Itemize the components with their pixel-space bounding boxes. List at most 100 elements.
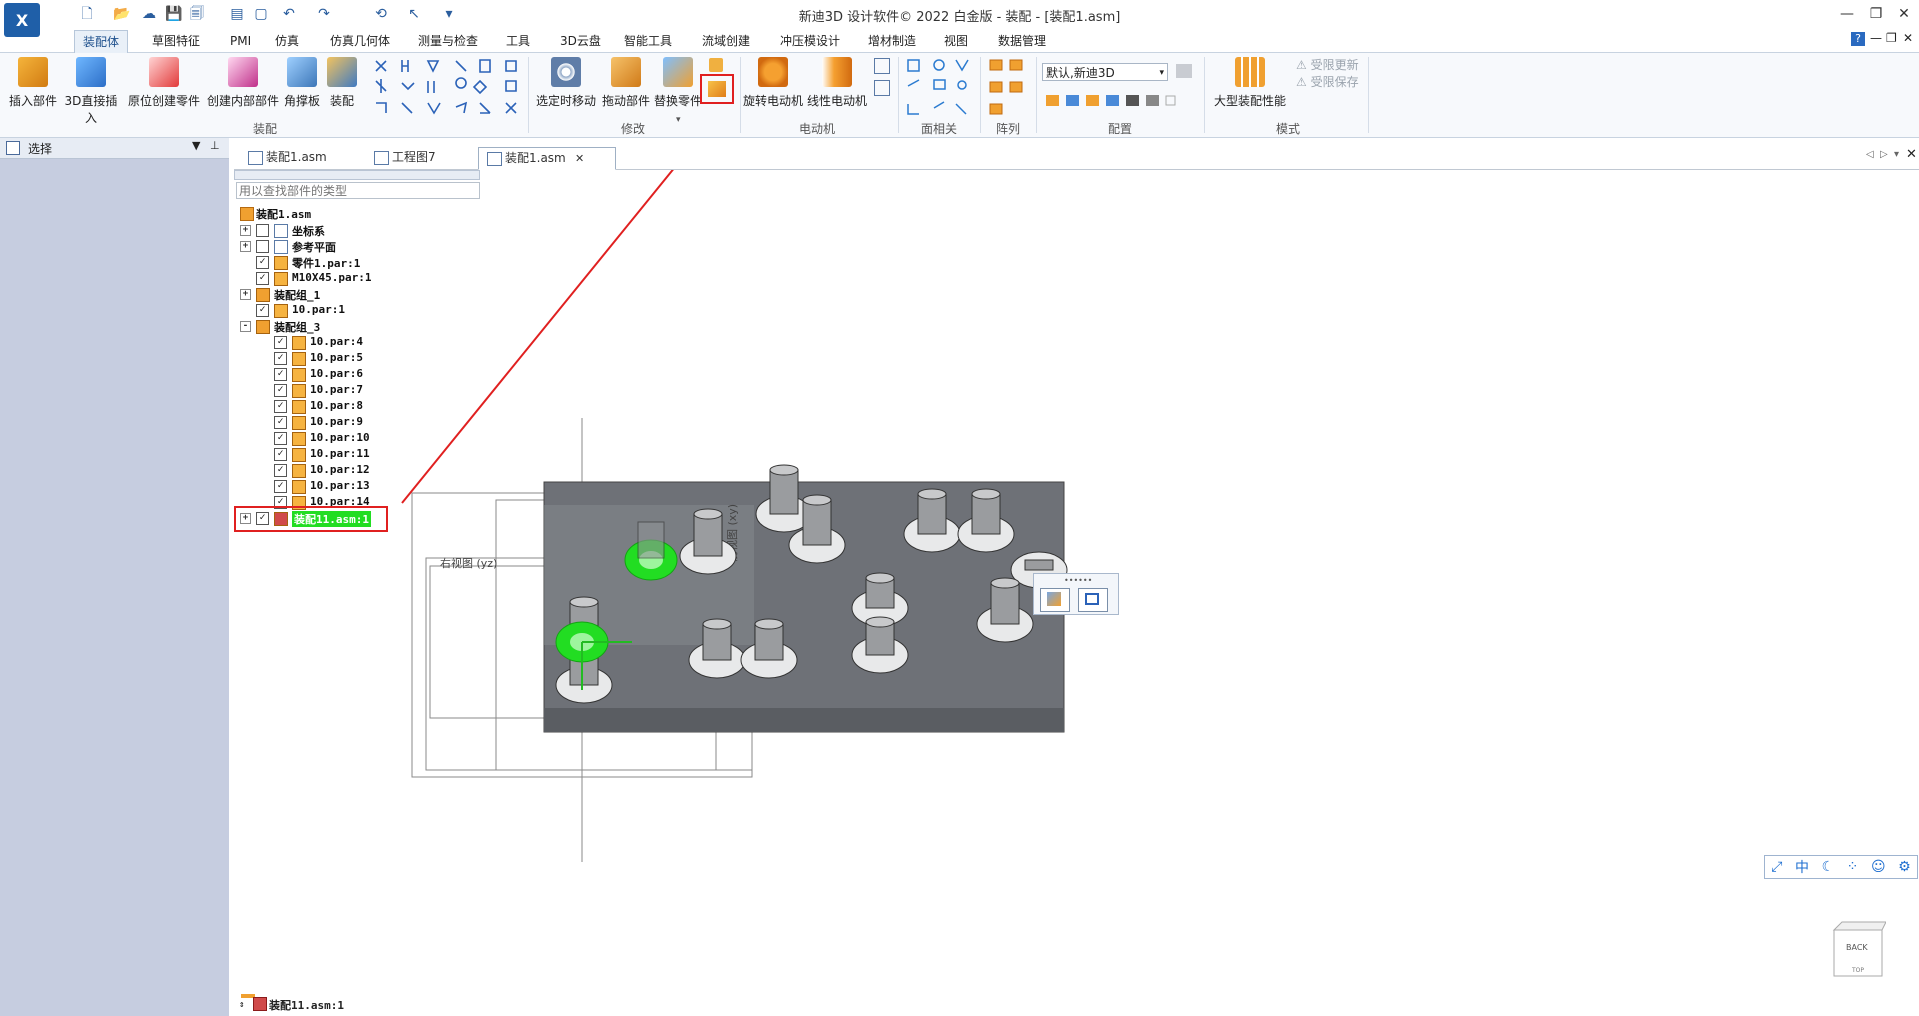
help-icon[interactable]: ?: [1851, 32, 1865, 46]
minimize-icon[interactable]: —: [1836, 4, 1858, 24]
visibility-checkbox[interactable]: ✓: [274, 384, 287, 397]
visibility-checkbox[interactable]: ✓: [274, 352, 287, 365]
tab-stamping-die[interactable]: 冲压模设计: [772, 30, 848, 52]
float-bar-grip[interactable]: ••••••: [1064, 576, 1092, 585]
config-save-icon[interactable]: [1176, 64, 1192, 78]
tab-sketch-features[interactable]: 草图特征: [144, 30, 208, 52]
large-assembly-performance-button[interactable]: 大型装配性能: [1210, 57, 1290, 109]
insert-part-button[interactable]: 插入部件: [6, 57, 60, 109]
close-tab-icon[interactable]: ✕: [575, 148, 584, 169]
restore-icon[interactable]: ❐: [1865, 4, 1887, 24]
pin-icon[interactable]: ⊥: [210, 139, 220, 152]
configuration-select[interactable]: 默认,新迪3D ▾: [1042, 63, 1168, 81]
tab-smart-tools[interactable]: 智能工具: [616, 30, 680, 52]
limited-update-button[interactable]: ⚠ 受限更新: [1296, 56, 1359, 73]
tab-data-management[interactable]: 数据管理: [990, 30, 1054, 52]
part-icon: [292, 384, 306, 398]
floating-command-bar[interactable]: ••••••: [1033, 573, 1119, 615]
tab-additive[interactable]: 增材制造: [860, 30, 924, 52]
motor-extra-icon-1[interactable]: [874, 58, 890, 74]
reference-icon: [274, 240, 288, 254]
visibility-checkbox[interactable]: ✓: [274, 432, 287, 445]
3d-direct-insert-button[interactable]: 3D直接插入: [60, 57, 122, 126]
moon-icon[interactable]: ☾: [1822, 859, 1835, 875]
visibility-checkbox[interactable]: ✓: [274, 416, 287, 429]
visibility-checkbox[interactable]: ✓: [274, 400, 287, 413]
visibility-checkbox[interactable]: ✓: [274, 336, 287, 349]
replace-component-icon[interactable]: [708, 81, 726, 97]
app-logo[interactable]: X: [4, 3, 40, 37]
expand-icon[interactable]: +: [240, 289, 251, 300]
part-icon: [274, 256, 288, 270]
plate-front-face: [544, 708, 1064, 732]
ribbon-close-icon[interactable]: ✕: [1903, 31, 1913, 45]
gusset-button[interactable]: 角撑板: [282, 57, 322, 109]
limited-save-button[interactable]: ⚠ 受限保存: [1296, 73, 1359, 90]
expand-icon[interactable]: +: [240, 241, 251, 252]
move-on-select-button[interactable]: 选定时移动: [535, 57, 597, 109]
part-filter-input[interactable]: [236, 182, 480, 199]
drag-component-button[interactable]: 拖动部件: [600, 57, 652, 109]
in-place-create-part-button[interactable]: 原位创建零件: [124, 57, 204, 109]
replace-part-button[interactable]: 替换零件: [652, 57, 704, 109]
view-cube[interactable]: BACK TOP: [1830, 920, 1887, 986]
ribbon-minimize-icon[interactable]: —: [1870, 31, 1882, 45]
assemble-button[interactable]: 装配: [324, 57, 360, 109]
tab-assembly[interactable]: 装配体: [74, 30, 129, 53]
ribbon-restore-icon[interactable]: ❐: [1886, 31, 1897, 45]
tab-pmi[interactable]: PMI: [222, 30, 259, 52]
modify-extra-icon[interactable]: [709, 58, 723, 72]
tree-panel-grip[interactable]: [234, 170, 480, 180]
user-icon[interactable]: ☺: [1871, 859, 1886, 875]
tab-flow-domain[interactable]: 流域创建: [694, 30, 758, 52]
linear-motor-button[interactable]: 线性电动机: [806, 57, 868, 109]
tab-simulation[interactable]: 仿真: [267, 30, 307, 52]
visibility-checkbox[interactable]: ✓: [256, 272, 269, 285]
doc-tab-assembly-1[interactable]: 装配1.asm: [240, 147, 362, 168]
float-replace-button[interactable]: [1040, 588, 1070, 612]
annotation-highlight-box: [700, 74, 734, 104]
language-toggle[interactable]: 中: [1795, 857, 1809, 877]
tab-3d-cloud[interactable]: 3D云盘: [552, 30, 609, 52]
tab-scroll-left-icon[interactable]: ◁: [1866, 149, 1874, 160]
tree-row-label: 装配组_1: [274, 289, 321, 302]
replace-icon: [1047, 592, 1061, 606]
replace-part-dropdown-icon[interactable]: ▾: [676, 115, 681, 125]
collapse-icon[interactable]: -: [240, 321, 251, 332]
tree-root-label: 装配1.asm: [256, 208, 312, 221]
visibility-checkbox[interactable]: ✓: [274, 368, 287, 381]
gear-icon[interactable]: ⚙: [1898, 859, 1911, 875]
tab-tools[interactable]: 工具: [498, 30, 538, 52]
float-frame-button[interactable]: [1078, 588, 1108, 612]
tab-view[interactable]: 视图: [936, 30, 976, 52]
settings-dots-icon[interactable]: ⁘: [1847, 859, 1859, 875]
array-icons: [988, 58, 1028, 118]
visibility-checkbox[interactable]: ✓: [256, 304, 269, 317]
fit-view-icon[interactable]: ⤢: [1771, 859, 1782, 875]
visibility-checkbox[interactable]: ✓: [274, 448, 287, 461]
assembly-icon: [240, 207, 254, 221]
tree-row-label: 10.par:12: [310, 463, 370, 476]
visibility-checkbox[interactable]: ✓: [274, 480, 287, 493]
visibility-checkbox[interactable]: ✓: [256, 256, 269, 269]
tab-sim-geometry[interactable]: 仿真几何体: [322, 30, 398, 52]
visibility-checkbox[interactable]: [256, 240, 269, 253]
panel-menu-icon[interactable]: ▼: [192, 139, 200, 152]
ribbon-separator: [1368, 57, 1369, 133]
visibility-checkbox[interactable]: ✓: [274, 464, 287, 477]
motor-extra-icon-2[interactable]: [874, 80, 890, 96]
close-document-icon[interactable]: ✕: [1906, 147, 1917, 162]
close-icon[interactable]: ✕: [1893, 4, 1915, 24]
tab-list-icon[interactable]: ▾: [1894, 149, 1899, 160]
tree-row-label: 10.par:5: [310, 351, 363, 364]
doc-tab-assembly-active[interactable]: 装配1.asm ✕: [478, 147, 616, 170]
expand-icon[interactable]: +: [240, 225, 251, 236]
doc-tab-drawing-7[interactable]: 工程图7: [366, 147, 488, 168]
frame-icon: [1085, 593, 1099, 605]
create-internal-part-button[interactable]: 创建内部部件: [204, 57, 282, 109]
tab-measure-inspect[interactable]: 测量与检查: [410, 30, 486, 52]
visibility-checkbox[interactable]: [256, 224, 269, 237]
tab-scroll-right-icon[interactable]: ▷: [1880, 149, 1888, 160]
rotary-motor-button[interactable]: 旋转电动机: [742, 57, 804, 109]
collapse-icon[interactable]: ⇕: [239, 1000, 244, 1010]
